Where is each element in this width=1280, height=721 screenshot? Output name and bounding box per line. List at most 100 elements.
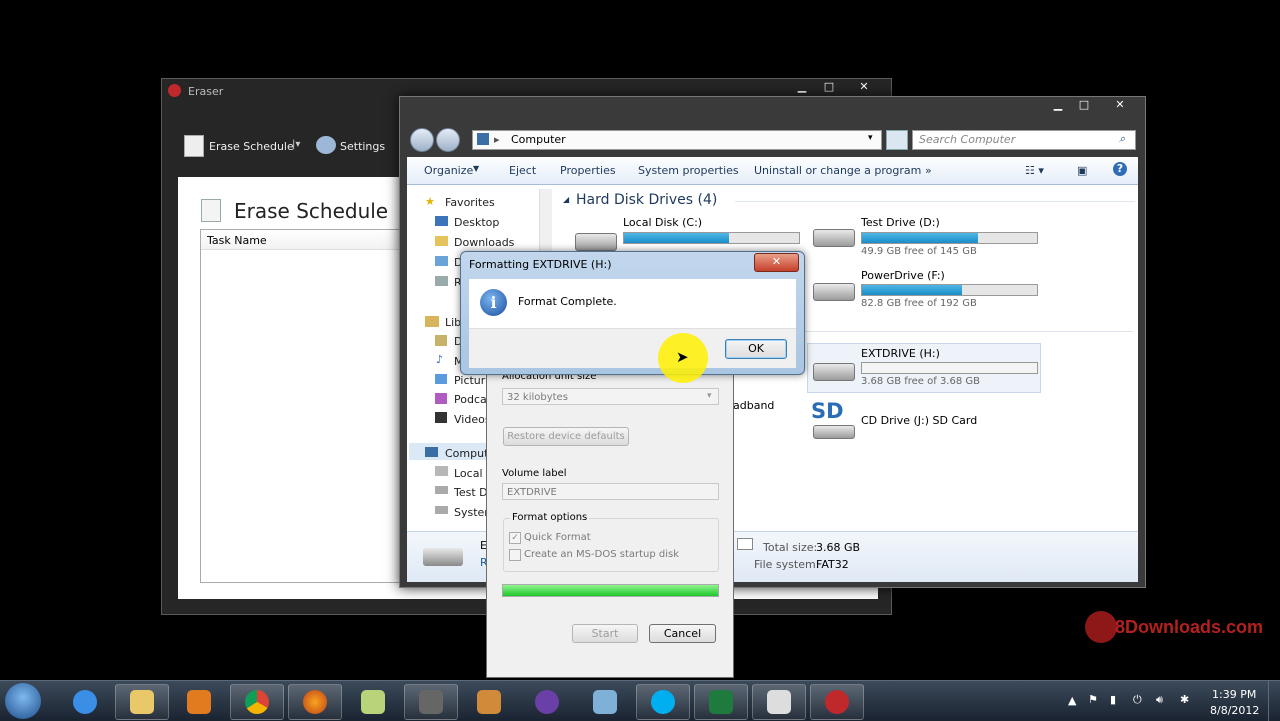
cancel-button[interactable]: Cancel (649, 624, 716, 643)
dialog-footer: ➤ OK (469, 328, 796, 383)
show-hidden-icons-icon[interactable]: ▲ (1068, 694, 1076, 707)
bluetooth-icon[interactable]: ✱ (1180, 693, 1189, 706)
clock-date[interactable]: 8/8/2012 (1210, 704, 1259, 717)
chrome-icon[interactable] (230, 684, 284, 720)
quick-format-checkbox[interactable]: ✓ (509, 532, 521, 544)
erase-schedule-toolbar-button[interactable]: Erase Schedule (209, 140, 294, 153)
nav-computer[interactable]: Comput (445, 447, 488, 460)
address-bar[interactable]: ▸ Computer ▾ (472, 130, 882, 150)
format-options-label: Format options (510, 512, 590, 523)
skype-icon[interactable] (636, 684, 690, 720)
torrent-icon[interactable] (520, 684, 574, 720)
info-icon: i (480, 289, 507, 316)
more-commands-button[interactable]: » (925, 164, 932, 177)
nav-test-drive[interactable]: Test D (454, 486, 488, 499)
nav-system[interactable]: Syster (454, 506, 489, 519)
drive-h-name[interactable]: EXTDRIVE (H:) (861, 347, 940, 360)
recent-places-icon (435, 276, 448, 286)
properties-button[interactable]: Properties (560, 164, 616, 177)
start-button[interactable] (5, 683, 41, 719)
msdos-checkbox[interactable] (509, 549, 521, 561)
settings-app-icon[interactable] (462, 684, 516, 720)
drive-f-name[interactable]: PowerDrive (F:) (861, 269, 945, 282)
page-title: Erase Schedule (234, 199, 389, 223)
star-icon: ★ (425, 195, 435, 208)
taskbar: ▲ ⚑ ▮ ⏻ 🔊︎ ✱ 1:39 PM 8/8/2012 (0, 680, 1280, 721)
chevron-down-icon: ▼ (473, 164, 480, 173)
system-properties-button[interactable]: System properties (638, 164, 739, 177)
format-options-group (503, 518, 719, 572)
help-icon[interactable]: ? (1113, 162, 1127, 176)
minimize-button[interactable]: ▁ (789, 79, 815, 96)
nav-downloads[interactable]: Downloads (454, 236, 514, 249)
notes-icon[interactable] (346, 684, 400, 720)
drive-h-usage-bar (861, 362, 1038, 374)
drive-c-name[interactable]: Local Disk (C:) (623, 216, 702, 229)
eraser-logo-icon (168, 84, 181, 97)
settings-toolbar-button[interactable]: Settings (340, 140, 385, 153)
network-icon[interactable]: ▮ (1110, 693, 1116, 706)
file-explorer-icon[interactable] (115, 684, 169, 720)
maximize-button[interactable]: □ (1071, 97, 1097, 114)
uninstall-program-button[interactable]: Uninstall or change a program (754, 164, 921, 177)
media-player-icon[interactable] (172, 684, 226, 720)
search-input[interactable]: Search Computer ⌕ (912, 130, 1136, 150)
drive-h-free: 3.68 GB free of 3.68 GB (861, 376, 980, 387)
restore-defaults-button[interactable]: Restore device defaults (503, 427, 629, 446)
eraser-window-title: Eraser (188, 85, 224, 98)
excel-icon[interactable] (694, 684, 748, 720)
drive-d-usage-bar (861, 232, 1038, 244)
organize-menu[interactable]: Organize (424, 164, 473, 177)
drive-d-free: 49.9 GB free of 145 GB (861, 246, 977, 257)
drive-large-icon (423, 548, 463, 566)
close-button[interactable]: ✕ (754, 253, 799, 272)
minimize-button[interactable]: ▁ (1045, 97, 1071, 114)
close-button[interactable]: ✕ (1100, 97, 1140, 114)
drive-j-name[interactable]: CD Drive (J:) SD Card (861, 414, 977, 427)
drive-d-name[interactable]: Test Drive (D:) (861, 216, 940, 229)
internet-explorer-icon[interactable] (58, 684, 112, 720)
section-hard-disk-drives[interactable]: Hard Disk Drives (4) (576, 192, 717, 208)
nav-favorites[interactable]: Favorites (445, 196, 495, 209)
format-complete-dialog: Formatting EXTDRIVE (H:) ✕ i Format Comp… (460, 251, 805, 383)
eraser-app-icon[interactable] (810, 684, 864, 720)
chevron-down-icon[interactable]: |▾ (292, 139, 300, 150)
search-icon[interactable]: ⌕ (1119, 132, 1125, 146)
maximize-button[interactable]: □ (816, 79, 842, 96)
nav-desktop[interactable]: Desktop (454, 216, 499, 229)
volume-icon[interactable]: 🔊︎ (1156, 693, 1163, 707)
computer-icon (425, 447, 438, 457)
mail-icon[interactable] (578, 684, 632, 720)
power-icon[interactable]: ⏻ (1133, 693, 1142, 707)
nav-pictures[interactable]: Pictur (454, 374, 485, 387)
eject-button[interactable]: Eject (509, 164, 536, 177)
drive-f-usage-bar (861, 284, 1038, 296)
allocation-unit-select[interactable]: 32 kilobytes (502, 388, 719, 405)
action-center-flag-icon[interactable]: ⚑ (1088, 693, 1098, 706)
podcasts-icon (435, 393, 447, 404)
nav-local-disk[interactable]: Local (454, 467, 483, 480)
close-button[interactable]: ✕ (844, 79, 884, 96)
back-button[interactable] (410, 128, 434, 152)
collapse-arrow-icon[interactable]: ◢ (563, 195, 569, 204)
clock-time[interactable]: 1:39 PM (1212, 688, 1256, 701)
show-desktop-button[interactable] (1268, 681, 1280, 721)
start-button[interactable]: Start (572, 624, 638, 643)
music-icon: ♪ (436, 353, 444, 366)
tools-icon[interactable] (404, 684, 458, 720)
volume-label-input[interactable]: EXTDRIVE (502, 483, 719, 500)
firefox-icon[interactable] (288, 684, 342, 720)
window-app-icon[interactable] (752, 684, 806, 720)
mouse-pointer-icon: ➤ (676, 348, 689, 366)
column-header-task-name[interactable]: Task Name (207, 234, 267, 247)
task-list[interactable]: Task Name (200, 229, 412, 583)
ok-button[interactable]: OK (725, 339, 787, 359)
file-system-value: FAT32 (816, 558, 849, 571)
drive-d-icon (813, 229, 855, 247)
forward-button[interactable] (436, 128, 460, 152)
chevron-down-icon[interactable]: ▾ (868, 133, 873, 143)
refresh-icon[interactable] (886, 130, 908, 150)
view-options-icon[interactable]: ☷ ▾ (1025, 164, 1044, 177)
documents-icon (435, 335, 447, 346)
preview-pane-icon[interactable]: ▣ (1077, 164, 1087, 177)
